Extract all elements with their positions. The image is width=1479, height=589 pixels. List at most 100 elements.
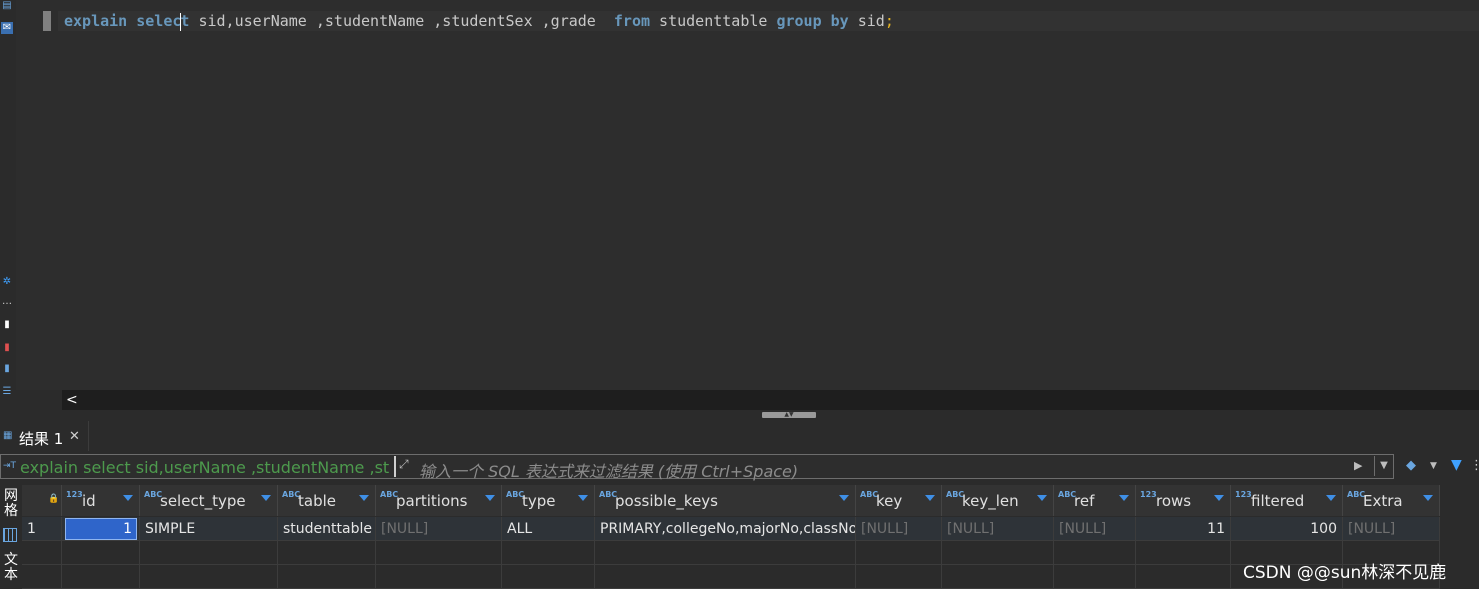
eraser-icon[interactable]: ◆ bbox=[1406, 458, 1416, 473]
column-header-label: ref bbox=[1074, 492, 1095, 510]
table-name: studenttable bbox=[650, 12, 777, 30]
selected-cell-value: 1 bbox=[123, 521, 132, 537]
column-header-partitions[interactable]: ABC partitions bbox=[376, 485, 502, 516]
settings-icon[interactable]: ✲ bbox=[1, 276, 13, 288]
column-header-Extra[interactable]: ABC Extra bbox=[1343, 485, 1440, 516]
sort-dropdown-icon[interactable] bbox=[1214, 495, 1224, 501]
lock-icon: 🔒 bbox=[48, 494, 60, 504]
sort-dropdown-icon[interactable] bbox=[1326, 495, 1336, 501]
filter-funnel-icon[interactable]: ▼ bbox=[1451, 457, 1462, 473]
table-cell-type[interactable] bbox=[502, 565, 595, 589]
column-header-select-type[interactable]: ABC select_type bbox=[140, 485, 278, 516]
table-cell-key[interactable] bbox=[856, 541, 942, 565]
more-dots-icon[interactable]: … bbox=[1, 296, 13, 308]
sort-dropdown-icon[interactable] bbox=[123, 495, 133, 501]
sort-dropdown-icon[interactable] bbox=[578, 495, 588, 501]
table-cell-key[interactable]: [NULL] bbox=[856, 517, 942, 541]
document-error-icon[interactable]: ▮ bbox=[1, 342, 13, 354]
table-cell-rows[interactable]: 11 bbox=[1136, 517, 1231, 541]
table-cell-select-type[interactable]: SIMPLE bbox=[140, 517, 278, 541]
sql-editor[interactable] bbox=[16, 0, 1479, 390]
table-cell-id[interactable] bbox=[62, 541, 140, 565]
table-cell-select-type[interactable] bbox=[140, 565, 278, 589]
table-cell-table[interactable] bbox=[278, 565, 376, 589]
column-header-ref[interactable]: ABC ref bbox=[1054, 485, 1136, 516]
table-cell-key-len[interactable]: [NULL] bbox=[942, 517, 1054, 541]
column-header-key-len[interactable]: ABC key_len bbox=[942, 485, 1054, 516]
filter-history-dropdown-icon[interactable]: ▼ bbox=[1374, 456, 1393, 476]
grid-view-icon[interactable] bbox=[3, 528, 17, 542]
column-header-label: rows bbox=[1156, 492, 1192, 510]
table-cell-ref[interactable] bbox=[1054, 541, 1136, 565]
table-cell-rows[interactable] bbox=[1136, 541, 1231, 565]
grid-view-tab[interactable]: 网格 bbox=[2, 489, 20, 519]
column-header-table[interactable]: ABC table bbox=[278, 485, 376, 516]
table-cell-id[interactable] bbox=[62, 565, 140, 589]
sort-dropdown-icon[interactable] bbox=[1423, 495, 1433, 501]
column-header-label: type bbox=[522, 492, 556, 510]
table-cell-possible-keys[interactable]: PRIMARY,collegeNo,majorNo,classNo bbox=[595, 517, 856, 541]
table-cell-table[interactable]: studenttable bbox=[278, 517, 376, 541]
console-icon[interactable]: ✉ bbox=[1, 22, 13, 34]
sort-dropdown-icon[interactable] bbox=[1037, 495, 1047, 501]
column-type-badge: 123 bbox=[1140, 490, 1157, 499]
filter-input[interactable]: 输入一个 SQL 表达式来过滤结果 (使用 Ctrl+Space) bbox=[419, 458, 798, 482]
table-cell-possible-keys[interactable] bbox=[595, 541, 856, 565]
chevron-down-icon[interactable]: ▼ bbox=[1430, 461, 1437, 471]
table-cell-key-len[interactable] bbox=[942, 565, 1054, 589]
column-header-possible-keys[interactable]: ABC possible_keys bbox=[595, 485, 856, 516]
table-cell-rows[interactable] bbox=[1136, 565, 1231, 589]
apply-filter-icon[interactable]: ▶ bbox=[1354, 459, 1362, 472]
watermark: CSDN @@sun林深不见鹿 bbox=[1243, 563, 1447, 583]
table-cell-partitions[interactable] bbox=[376, 541, 502, 565]
keyword-select: select bbox=[136, 12, 190, 31]
sort-dropdown-icon[interactable] bbox=[839, 495, 849, 501]
table-cell-table[interactable] bbox=[278, 541, 376, 565]
keyword-from: from bbox=[613, 12, 651, 30]
table-cell-possible-keys[interactable] bbox=[595, 565, 856, 589]
sort-dropdown-icon[interactable] bbox=[359, 495, 369, 501]
table-cell-ref[interactable] bbox=[1054, 565, 1136, 589]
column-header-type[interactable]: ABC type bbox=[502, 485, 595, 516]
row-number[interactable]: 1 bbox=[22, 517, 62, 541]
column-header-label: partitions bbox=[396, 492, 468, 510]
more-options-icon[interactable]: ⋮ bbox=[1470, 458, 1479, 473]
row-number[interactable] bbox=[22, 565, 62, 589]
table-cell-key-len[interactable] bbox=[942, 541, 1054, 565]
sort-dropdown-icon[interactable] bbox=[925, 495, 935, 501]
tab-result-label[interactable]: 结果 1 bbox=[19, 428, 63, 449]
row-number[interactable] bbox=[22, 541, 62, 565]
column-header-id[interactable]: 123 id bbox=[62, 485, 140, 516]
sort-dropdown-icon[interactable] bbox=[1119, 495, 1129, 501]
sql-statement[interactable]: explain select sid,userName ,studentName… bbox=[64, 11, 894, 31]
table-cell-key[interactable] bbox=[856, 565, 942, 589]
select-columns: sid,userName ,studentName ,studentSex ,g… bbox=[189, 12, 614, 30]
splitter-grip-icon[interactable]: ▲▼ bbox=[762, 412, 816, 418]
line-marker bbox=[43, 11, 51, 31]
column-header-label: id bbox=[82, 492, 96, 510]
outline-icon[interactable]: ☰ bbox=[1, 386, 13, 398]
scroll-left-arrow-icon[interactable]: < bbox=[66, 392, 78, 408]
editor-horizontal-scrollbar[interactable] bbox=[62, 390, 1479, 410]
source-query-text[interactable]: explain select sid,userName ,studentName… bbox=[20, 458, 392, 477]
table-cell-type[interactable] bbox=[502, 541, 595, 565]
table-cell-Extra[interactable]: [NULL] bbox=[1343, 517, 1440, 541]
column-header-rows[interactable]: 123 rows bbox=[1136, 485, 1231, 516]
sort-dropdown-icon[interactable] bbox=[485, 495, 495, 501]
script-icon[interactable]: ▤ bbox=[1, 0, 13, 12]
panel-splitter[interactable] bbox=[0, 410, 1479, 420]
sort-dropdown-icon[interactable] bbox=[261, 495, 271, 501]
table-cell-filtered[interactable]: 100 bbox=[1231, 517, 1343, 541]
text-view-tab[interactable]: 文本 bbox=[2, 553, 20, 583]
table-cell-type[interactable]: ALL bbox=[502, 517, 595, 541]
document-export-icon[interactable]: ▮ bbox=[1, 363, 13, 375]
close-tab-icon[interactable]: ✕ bbox=[69, 429, 80, 444]
table-cell-partitions[interactable] bbox=[376, 565, 502, 589]
column-header-filtered[interactable]: 123 filtered bbox=[1231, 485, 1343, 516]
table-cell-ref[interactable]: [NULL] bbox=[1054, 517, 1136, 541]
table-cell-partitions[interactable]: [NULL] bbox=[376, 517, 502, 541]
table-cell-select-type[interactable] bbox=[140, 541, 278, 565]
document-icon[interactable]: ▮ bbox=[1, 319, 13, 331]
column-header-key[interactable]: ABC key bbox=[856, 485, 942, 516]
expand-icon[interactable]: ⤢ bbox=[399, 457, 409, 472]
